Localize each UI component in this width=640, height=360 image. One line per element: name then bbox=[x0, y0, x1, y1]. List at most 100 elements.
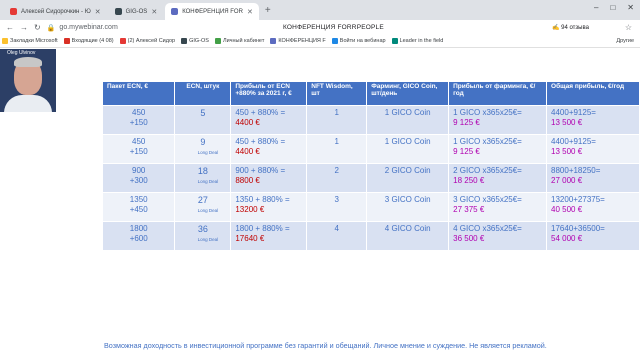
ecn-count: 9 bbox=[200, 136, 206, 147]
star-icon[interactable]: ☆ bbox=[625, 23, 632, 32]
close-icon[interactable]: ✕ bbox=[247, 8, 253, 16]
close-icon[interactable]: ✕ bbox=[95, 8, 101, 16]
nft-cell: 4 bbox=[306, 220, 368, 250]
ecn-profit-value: 8800 € bbox=[235, 175, 260, 185]
total-cell: 17640+36500= 54 000 € bbox=[546, 220, 640, 250]
tab-youtube[interactable]: Алексей Сидорочкин - Ю ✕ bbox=[4, 3, 107, 20]
farm-profit-value: 36 500 € bbox=[453, 233, 485, 243]
ecn-profit-cell: 450 + 880% = 4400 € bbox=[230, 133, 308, 163]
bookmark-label: Leader in the field bbox=[399, 38, 444, 44]
presenter-video: Oleg Ulvinov bbox=[0, 49, 56, 112]
bookmark-label: Закладки Microsoft bbox=[10, 38, 58, 44]
header-farm-profit: Прибыль от фарминга, €/год bbox=[448, 82, 548, 105]
package-bonus: +450 bbox=[129, 204, 148, 214]
gig-os-icon bbox=[114, 8, 122, 15]
bookmark-item[interactable]: КОНФЕРЕНЦИЯ F bbox=[270, 38, 326, 44]
total-cell: 4400+9125= 13 500 € bbox=[546, 104, 640, 134]
farm-profit-formula: 3 GICO x365x25€= bbox=[453, 194, 522, 204]
ecn-profit-value: 13200 € bbox=[235, 204, 265, 214]
url-field[interactable]: 🔒 go.mywebinar.com bbox=[47, 24, 118, 32]
ecn-profit-formula: 900 + 880% = bbox=[235, 165, 286, 175]
farming-cell: 1 GICO Coin bbox=[366, 133, 450, 163]
ecn-cell: 36 Long Deal bbox=[174, 220, 232, 250]
ecn-profit-value: 4400 € bbox=[235, 117, 260, 127]
minimize-button[interactable]: – bbox=[594, 3, 598, 12]
farm-profit-cell: 4 GICO x365x25€= 36 500 € bbox=[448, 220, 548, 250]
cabinet-icon bbox=[214, 38, 221, 44]
close-window-button[interactable]: ✕ bbox=[627, 3, 634, 12]
tab-conference[interactable]: КОНФЕРЕНЦИЯ FOR ✕ bbox=[165, 3, 259, 20]
bookmark-item[interactable]: GIG-OS bbox=[181, 38, 209, 44]
ecn-profit-formula: 450 + 880% = bbox=[235, 107, 286, 117]
nft-cell: 1 bbox=[306, 104, 368, 134]
table-header-row: Пакет ECN, € ECN, штук Прибыль от ECN +8… bbox=[103, 82, 640, 105]
table-row: 1350 +450 27 Long Deal 1350 + 880% = 13200 … bbox=[103, 191, 640, 221]
ecn-profit-cell: 450 + 880% = 4400 € bbox=[230, 104, 308, 134]
presenter-shirt bbox=[4, 95, 52, 112]
total-value: 54 000 € bbox=[551, 233, 583, 243]
total-formula: 13200+27375= bbox=[551, 194, 605, 204]
header-nft: NFT Wisdom, шт bbox=[306, 82, 368, 105]
package-bonus: +150 bbox=[129, 146, 148, 156]
bookmark-item[interactable]: (2) Алексей Сидор bbox=[119, 38, 175, 44]
package-amount: 450 bbox=[132, 136, 146, 146]
total-value: 13 500 € bbox=[551, 146, 583, 156]
total-cell: 4400+9125= 13 500 € bbox=[546, 133, 640, 163]
other-bookmarks[interactable]: Другие bbox=[616, 38, 634, 44]
total-formula: 17640+36500= bbox=[551, 223, 605, 233]
reviews-badge[interactable]: ✍ 94 отзыва bbox=[552, 24, 589, 31]
new-tab-button[interactable]: + bbox=[265, 5, 271, 16]
total-formula: 4400+9125= bbox=[551, 136, 596, 146]
package-amount: 450 bbox=[132, 107, 146, 117]
farming-cell: 4 GICO Coin bbox=[366, 220, 450, 250]
disclaimer-text: Возможная доходность в инвестиционной пр… bbox=[104, 341, 547, 350]
ecn-cell: 9 Long Deal bbox=[174, 133, 232, 163]
bookmark-item[interactable]: Личный кабинет bbox=[214, 38, 264, 44]
tab-gig-os[interactable]: GIG-OS ✕ bbox=[109, 3, 164, 20]
farm-profit-cell: 1 GICO x365x25€= 9 125 € bbox=[448, 133, 548, 163]
total-formula: 4400+9125= bbox=[551, 107, 596, 117]
back-icon[interactable]: ← bbox=[6, 23, 14, 32]
bookmark-item[interactable]: Входящие (4 08) bbox=[63, 38, 114, 44]
total-cell: 13200+27375= 40 500 € bbox=[546, 191, 640, 221]
browser-tab-strip: Алексей Сидорочкин - Ю ✕ GIG-OS ✕ КОНФЕР… bbox=[0, 0, 640, 20]
table-row: 900 +300 18 Long Deal 900 + 880% = 8800 € 2… bbox=[103, 162, 640, 192]
url-text: go.mywebinar.com bbox=[59, 24, 118, 31]
long-deal-label: Long Deal bbox=[197, 207, 219, 213]
forward-icon[interactable]: → bbox=[20, 23, 28, 32]
bookmarks-bar: Закладки Microsoft Входящие (4 08) (2) А… bbox=[0, 35, 640, 48]
farm-profit-formula: 1 GICO x365x25€= bbox=[453, 107, 522, 117]
youtube-icon bbox=[10, 8, 17, 15]
tab-label: GIG-OS bbox=[125, 8, 148, 15]
header-package: Пакет ECN, € bbox=[103, 82, 176, 105]
ecn-profit-cell: 1350 + 880% = 13200 € bbox=[230, 191, 308, 221]
close-icon[interactable]: ✕ bbox=[151, 8, 157, 16]
bookmark-item[interactable]: Закладки Microsoft bbox=[2, 38, 58, 44]
total-formula: 8800+18250= bbox=[551, 165, 601, 175]
bookmark-item[interactable]: Войти на вебинар bbox=[331, 38, 386, 44]
presenter-hair bbox=[14, 57, 42, 67]
nft-cell: 2 bbox=[306, 162, 368, 192]
bookmark-label: Входящие (4 08) bbox=[71, 38, 114, 44]
package-bonus: +300 bbox=[129, 175, 148, 185]
package-cell: 1350 +450 bbox=[103, 191, 176, 221]
bookmark-label: GIG-OS bbox=[189, 38, 209, 44]
reload-icon[interactable]: ↻ bbox=[34, 23, 41, 32]
bookmark-item[interactable]: Leader in the field bbox=[391, 38, 444, 44]
package-cell: 450 +150 bbox=[103, 104, 176, 134]
maximize-button[interactable]: □ bbox=[610, 3, 615, 12]
total-value: 13 500 € bbox=[551, 117, 583, 127]
package-amount: 1350 bbox=[129, 194, 148, 204]
gig-os-icon bbox=[181, 38, 188, 44]
farm-profit-cell: 3 GICO x365x25€= 27 375 € bbox=[448, 191, 548, 221]
ecn-profit-formula: 1800 + 880% = bbox=[235, 223, 290, 233]
total-cell: 8800+18250= 27 000 € bbox=[546, 162, 640, 192]
package-cell: 900 +300 bbox=[103, 162, 176, 192]
investment-plans-table: Пакет ECN, € ECN, штук Прибыль от ECN +8… bbox=[103, 82, 640, 250]
bookmark-label: Войти на вебинар bbox=[339, 38, 386, 44]
ecn-count: 36 bbox=[197, 223, 208, 234]
farm-profit-value: 9 125 € bbox=[453, 146, 480, 156]
ecn-profit-cell: 900 + 880% = 8800 € bbox=[230, 162, 308, 192]
header-ecn-profit: Прибыль от ECN +880% за 2021 г, € bbox=[230, 82, 308, 105]
ecn-profit-formula: 450 + 880% = bbox=[235, 136, 286, 146]
